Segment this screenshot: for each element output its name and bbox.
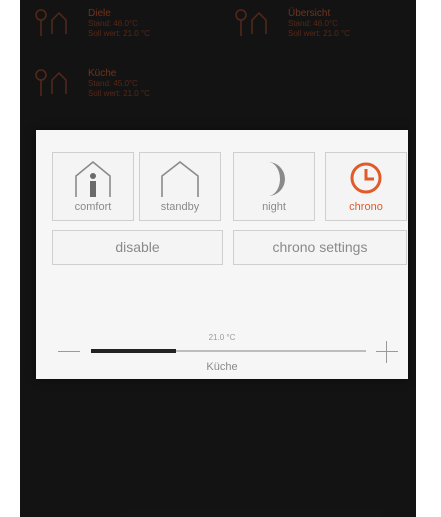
room-name: Küche: [206, 361, 238, 373]
crescent-moon-icon: [268, 162, 285, 196]
temperature-slider: 21.0 °C Küche: [36, 320, 408, 375]
mode-button-chrono[interactable]: chrono: [325, 152, 407, 221]
mode-label: standby: [160, 201, 200, 213]
mode-button-standby[interactable]: standby: [139, 152, 221, 221]
chrono-settings-button[interactable]: chrono settings: [233, 230, 407, 265]
mode-label: night: [262, 201, 286, 213]
slider-fill[interactable]: [91, 349, 177, 353]
app-screen: Diele Stand: 46.0°C Soll wert: 21.0 °C Ü…: [20, 0, 416, 517]
minus-icon[interactable]: [58, 351, 80, 352]
house-person-icon: [75, 160, 111, 197]
disable-button[interactable]: disable: [52, 230, 223, 265]
mode-label: chrono: [349, 201, 383, 213]
mode-button-night[interactable]: night: [233, 152, 315, 221]
slider-track[interactable]: [91, 349, 366, 353]
mode-button-comfort[interactable]: comfort: [52, 152, 134, 221]
mode-label: comfort: [74, 201, 112, 213]
house-outline-icon: [161, 160, 199, 197]
temperature-readout: 21.0 °C: [208, 333, 236, 342]
clock-icon: [350, 162, 382, 194]
mode-dialog: comfort standby night chrono disable chr…: [36, 130, 408, 379]
